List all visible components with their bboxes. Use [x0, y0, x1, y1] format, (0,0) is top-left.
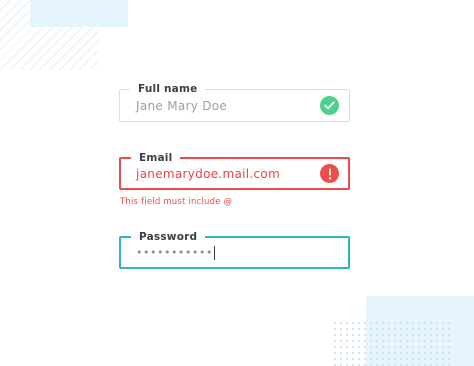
decorative-block [30, 0, 128, 27]
form-illustration: Full name Jane Mary Doe Email janemarydo… [0, 0, 474, 366]
password-value: ••••••••••• [136, 238, 215, 267]
email-value: janemarydoe.mail.com [136, 166, 281, 181]
full-name-field[interactable]: Full name Jane Mary Doe [119, 82, 350, 122]
password-field[interactable]: Password ••••••••••• [119, 230, 350, 269]
decorative-dots [332, 320, 452, 366]
password-mask: ••••••••••• [136, 246, 213, 259]
full-name-value: Jane Mary Doe [136, 98, 228, 113]
alert-circle-icon [320, 164, 339, 183]
check-circle-icon [320, 96, 339, 115]
email-field[interactable]: Email janemarydoe.mail.com [119, 151, 350, 190]
text-caret [213, 245, 215, 260]
email-error-message: This field must include @ [120, 197, 233, 207]
